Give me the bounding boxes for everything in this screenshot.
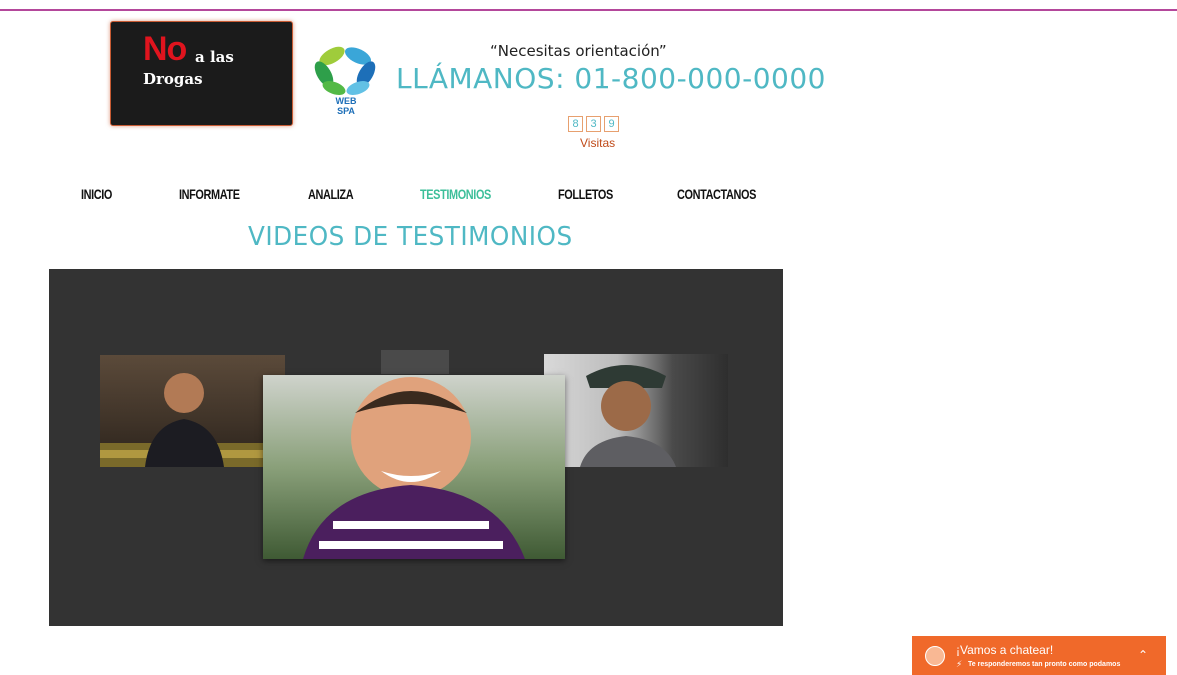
visit-digit: 3 <box>586 116 601 132</box>
person-thumbnail-image <box>100 373 285 467</box>
video-thumbnail[interactable] <box>100 355 285 467</box>
video-thumbnail[interactable] <box>544 354 728 467</box>
logo-drogas-text: Drogas <box>143 70 203 88</box>
nav-item-informate[interactable]: INFORMATE <box>179 186 240 202</box>
chat-title: ¡Vamos a chatear! <box>956 643 1054 657</box>
nav-item-folletos[interactable]: FOLLETOS <box>558 186 613 202</box>
bolt-icon: ⚡ <box>956 660 963 670</box>
main-nav: INICIO INFORMATE ANALIZA TESTIMONIOS FOL… <box>0 186 820 206</box>
chat-subtitle: Te responderemos tan pronto como podamos <box>968 661 1121 668</box>
no-a-las-drogas-logo[interactable]: No a las Drogas <box>110 21 293 126</box>
page-title: VIDEOS DE TESTIMONIOS <box>248 222 573 252</box>
person-thumbnail-image <box>580 365 676 467</box>
visit-counter: 8 3 9 <box>568 116 619 132</box>
spa-label: SPA <box>337 106 355 116</box>
visits-label: Visitas <box>580 136 616 150</box>
video-thumbnail[interactable] <box>381 350 449 374</box>
visit-digit: 8 <box>568 116 583 132</box>
nav-item-contactanos[interactable]: CONTACTANOS <box>677 186 756 202</box>
video-thumbnail-main[interactable] <box>263 375 565 559</box>
web-spa-label: WEB SPA <box>324 96 368 116</box>
nav-item-testimonios[interactable]: TESTIMONIOS <box>420 186 491 202</box>
logo-a-las-text: a las <box>195 48 234 66</box>
visit-digit: 9 <box>604 116 619 132</box>
chat-widget[interactable]: ¡Vamos a chatear! ⚡ Te responderemos tan… <box>912 636 1166 675</box>
web-label: WEB <box>335 96 357 106</box>
logo-no-text: No <box>143 30 187 68</box>
person-thumbnail-image <box>303 377 525 559</box>
top-border <box>0 9 1177 11</box>
chevron-up-icon[interactable]: ⌃ <box>1138 648 1148 662</box>
video-carousel <box>49 269 783 626</box>
header-phone: LLÁMANOS: 01-800-000-0000 <box>396 62 826 95</box>
header-tagline: “Necesitas orientación” <box>490 42 667 60</box>
smiley-icon <box>925 646 945 666</box>
nav-item-inicio[interactable]: INICIO <box>81 186 112 202</box>
nav-item-analiza[interactable]: ANALIZA <box>308 186 354 202</box>
